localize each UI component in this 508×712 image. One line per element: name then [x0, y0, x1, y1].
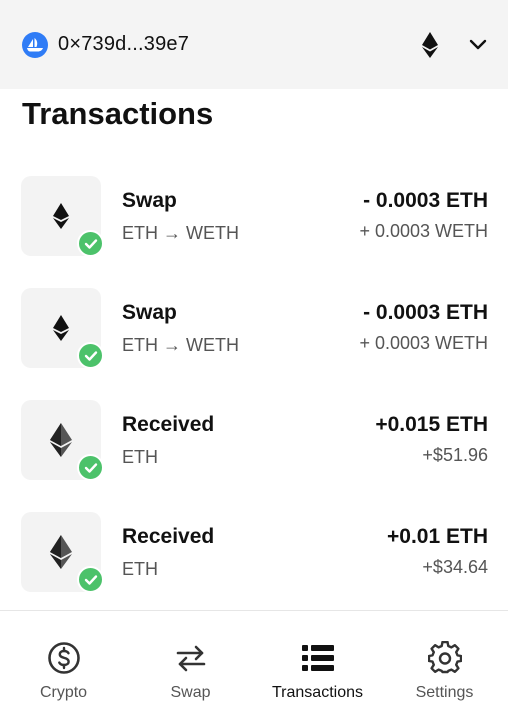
wallet-address[interactable]: 0×739d...39e7: [58, 33, 422, 56]
transaction-type: Swap: [122, 301, 177, 324]
ethereum-icon[interactable]: [422, 31, 440, 58]
dollar-circle-icon: [46, 641, 82, 675]
transaction-row[interactable]: Received ETH +0.015 ETH +$51.96: [0, 400, 508, 512]
transaction-detail: ETH: [122, 559, 158, 579]
ethereum-icon: [50, 423, 72, 457]
nav-item-transactions[interactable]: Transactions: [254, 611, 381, 712]
success-check-icon: [77, 454, 104, 481]
transaction-amount: +0.01 ETH: [387, 525, 488, 548]
transaction-type: Swap: [122, 189, 177, 212]
transaction-row[interactable]: Swap ETH → WETH - 0.0003 ETH + 0.0003 WE…: [0, 176, 508, 288]
nav-item-swap[interactable]: Swap: [127, 611, 254, 712]
transaction-detail: ETH → WETH: [122, 335, 239, 355]
nav-label: Transactions: [272, 684, 363, 701]
opensea-logo-icon: [22, 31, 48, 58]
success-check-icon: [77, 230, 104, 257]
nav-label: Swap: [170, 684, 211, 701]
swap-arrows-icon: [173, 641, 209, 675]
transaction-type: Received: [122, 525, 215, 548]
transaction-amount: +0.015 ETH: [375, 413, 488, 436]
transaction-type: Received: [122, 413, 215, 436]
nav-label: Crypto: [39, 684, 88, 701]
ethereum-icon: [50, 535, 72, 569]
transaction-secondary-amount: + 0.0003 WETH: [359, 221, 488, 241]
account-header: 0×739d...39e7: [0, 0, 508, 89]
transaction-secondary-amount: +$51.96: [422, 445, 488, 465]
transaction-detail: ETH: [122, 447, 158, 467]
transaction-row[interactable]: Swap ETH → WETH - 0.0003 ETH + 0.0003 WE…: [0, 288, 508, 400]
transaction-row[interactable]: Received ETH +0.01 ETH +$34.64: [0, 512, 508, 624]
transaction-secondary-amount: + 0.0003 WETH: [359, 333, 488, 353]
gear-icon: [427, 641, 463, 675]
page-title: Transactions: [22, 96, 214, 131]
transaction-amount: - 0.0003 ETH: [363, 301, 488, 324]
ethereum-icon: [53, 203, 69, 229]
list-icon: [300, 641, 336, 675]
transaction-detail: ETH → WETH: [122, 223, 239, 243]
chevron-down-icon[interactable]: [468, 35, 488, 55]
transaction-secondary-amount: +$34.64: [422, 557, 488, 577]
nav-item-settings[interactable]: Settings: [381, 611, 508, 712]
success-check-icon: [77, 342, 104, 369]
success-check-icon: [77, 566, 104, 593]
bottom-nav: Crypto Swap Transactions Settings: [0, 610, 508, 712]
nav-item-crypto[interactable]: Crypto: [0, 611, 127, 712]
nav-label: Settings: [415, 684, 474, 701]
transaction-list: Swap ETH → WETH - 0.0003 ETH + 0.0003 WE…: [0, 176, 508, 624]
ethereum-icon: [53, 315, 69, 341]
transaction-amount: - 0.0003 ETH: [363, 189, 488, 212]
